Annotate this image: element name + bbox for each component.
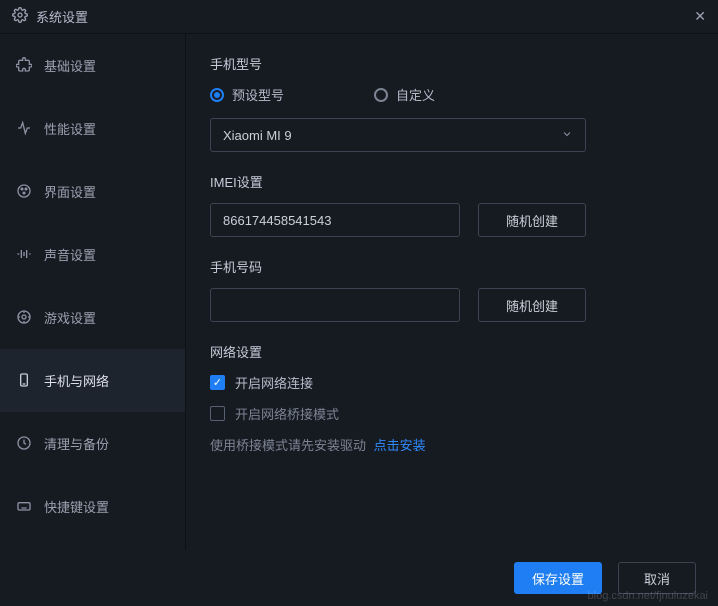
checkbox-enable-network[interactable]: ✓ 开启网络连接 (210, 373, 694, 392)
sidebar-item-label: 快捷键设置 (44, 497, 109, 516)
sidebar-item-sound[interactable]: 声音设置 (0, 223, 185, 286)
radio-label: 预设型号 (232, 85, 284, 104)
phone-icon (16, 372, 32, 388)
sidebar-item-label: 声音设置 (44, 245, 96, 264)
checkbox-label: 开启网络连接 (235, 373, 313, 392)
gear-icon (12, 7, 28, 26)
imei-random-button[interactable]: 随机创建 (478, 203, 586, 237)
footer: 保存设置 取消 (0, 550, 718, 606)
phone-number-label: 手机号码 (210, 257, 694, 276)
sidebar-item-interface[interactable]: 界面设置 (0, 160, 185, 223)
sidebar-item-label: 基础设置 (44, 56, 96, 75)
pulse-icon (16, 120, 32, 136)
cancel-button[interactable]: 取消 (618, 562, 696, 594)
game-icon (16, 309, 32, 325)
imei-label: IMEI设置 (210, 172, 694, 191)
sidebar-item-game[interactable]: 游戏设置 (0, 286, 185, 349)
radio-preset-model[interactable]: 预设型号 (210, 85, 284, 104)
bridge-hint-text: 使用桥接模式请先安装驱动 (210, 438, 366, 453)
phone-model-label: 手机型号 (210, 54, 694, 73)
phone-number-random-button[interactable]: 随机创建 (478, 288, 586, 322)
radio-unselected-icon (374, 88, 388, 102)
sidebar-item-label: 界面设置 (44, 182, 96, 201)
sidebar-item-cleanup[interactable]: 清理与备份 (0, 412, 185, 475)
checkbox-bridge-mode[interactable]: 开启网络桥接模式 (210, 404, 694, 423)
history-icon (16, 435, 32, 451)
window-title: 系统设置 (36, 7, 88, 26)
sidebar-item-performance[interactable]: 性能设置 (0, 97, 185, 160)
keyboard-icon (16, 498, 32, 514)
checkbox-unchecked-icon (210, 406, 225, 421)
radio-label: 自定义 (396, 85, 435, 104)
chevron-down-icon (561, 128, 573, 143)
sound-icon (16, 246, 32, 262)
sidebar: 基础设置 性能设置 界面设置 声音设置 游戏设置 手机与网络 清理与备份 快捷 (0, 34, 186, 550)
sidebar-item-label: 游戏设置 (44, 308, 96, 327)
checkbox-label: 开启网络桥接模式 (235, 404, 339, 423)
network-label: 网络设置 (210, 342, 694, 361)
checkbox-checked-icon: ✓ (210, 375, 225, 390)
sidebar-item-label: 手机与网络 (44, 371, 109, 390)
palette-icon (16, 183, 32, 199)
phone-model-select[interactable]: Xiaomi MI 9 (210, 118, 586, 152)
sidebar-item-phone-network[interactable]: 手机与网络 (0, 349, 185, 412)
install-driver-link[interactable]: 点击安装 (374, 438, 426, 453)
sidebar-item-shortcuts[interactable]: 快捷键设置 (0, 475, 185, 538)
radio-selected-icon (210, 88, 224, 102)
puzzle-icon (16, 57, 32, 73)
phone-number-input[interactable] (210, 288, 460, 322)
sidebar-item-basic[interactable]: 基础设置 (0, 34, 185, 97)
select-value: Xiaomi MI 9 (223, 128, 292, 143)
radio-custom-model[interactable]: 自定义 (374, 85, 435, 104)
titlebar: 系统设置 ✕ (0, 0, 718, 34)
close-icon[interactable]: ✕ (694, 8, 706, 25)
content-panel: 手机型号 预设型号 自定义 Xiaomi MI 9 IMEI设置 随机创建 手机… (186, 34, 718, 550)
sidebar-item-label: 性能设置 (44, 119, 96, 138)
sidebar-item-label: 清理与备份 (44, 434, 109, 453)
save-button[interactable]: 保存设置 (514, 562, 602, 594)
imei-input[interactable] (210, 203, 460, 237)
